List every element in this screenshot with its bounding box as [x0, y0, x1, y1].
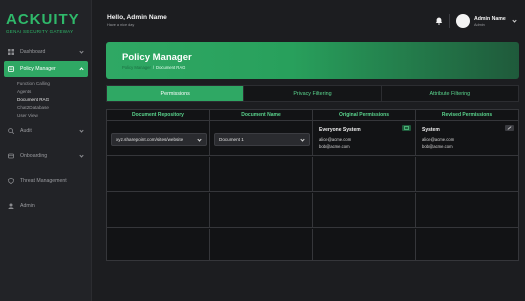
policy-manager-submenu: Function Calling Agents Document RAG Cha…: [0, 79, 92, 119]
sidebar-item-label: Dashboard: [20, 49, 46, 55]
original-permissions: Everyone System alice@acme.com bob@acme.…: [319, 127, 361, 150]
greeting: Hello, Admin Name: [107, 14, 167, 21]
brand-tagline: GENAI SECURITY GATEWAY: [6, 29, 74, 34]
avatar[interactable]: [456, 14, 470, 28]
chevron-down-icon: [197, 137, 202, 142]
permission-user: alice@acme.com: [422, 137, 455, 142]
column-header-original-permissions: Original Permissions: [313, 110, 416, 120]
table-row: [107, 193, 518, 228]
divider: [449, 14, 450, 28]
onboarding-icon: [8, 153, 14, 159]
breadcrumb: Policy Manager / Document RAG: [122, 65, 185, 70]
permission-user: bob@acme.com: [319, 144, 350, 149]
cell-original-permissions: Everyone System alice@acme.com bob@acme.…: [313, 121, 416, 155]
permissions-table: Document Repository Document Name Origin…: [106, 109, 519, 261]
permission-group: System: [422, 127, 440, 133]
submenu-item-agents[interactable]: Agents: [0, 87, 92, 95]
sidebar-nav: Dashboard Policy Manager Function Callin…: [0, 44, 92, 215]
chevron-down-icon[interactable]: [512, 18, 517, 23]
column-header-revised-permissions: Revised Permissions: [441, 112, 493, 118]
chevron-down-icon: [300, 137, 305, 142]
chevron-up-icon: [79, 67, 84, 72]
sidebar-item-label: Onboarding: [20, 153, 48, 159]
chevron-down-icon: [79, 128, 84, 133]
sidebar-item-label: Policy Manager: [20, 66, 56, 72]
table-header: Document Repository Document Name Origin…: [107, 110, 518, 121]
cell-document-name: Document 1: [210, 121, 313, 155]
tab-privacy-filtering[interactable]: Privacy Filtering: [244, 86, 382, 101]
breadcrumb-parent[interactable]: Policy Manager: [122, 65, 151, 70]
submenu-item-chat2database[interactable]: Chat2Database: [0, 103, 92, 111]
edit-button[interactable]: [505, 125, 514, 131]
copy-button[interactable]: [402, 125, 411, 131]
tab-attribute-filtering[interactable]: Attribute Filtering: [382, 86, 518, 101]
tab-permissions[interactable]: Permissions: [107, 86, 245, 101]
revised-permissions: System alice@acme.com bob@acme.com: [422, 127, 454, 150]
user-role: Admin: [474, 23, 485, 27]
edit-icon: [507, 126, 512, 130]
submenu-item-function-calling[interactable]: Function Calling: [0, 79, 92, 87]
sidebar-item-admin[interactable]: Admin: [4, 198, 88, 214]
submenu-item-user-view[interactable]: User View: [0, 111, 92, 119]
permission-user: bob@acme.com: [422, 144, 453, 149]
page-header-banner: Policy Manager Policy Manager / Document…: [106, 42, 519, 79]
admin-icon: [8, 203, 14, 209]
chevron-down-icon: [79, 153, 84, 158]
sidebar-item-audit[interactable]: Audit: [4, 123, 88, 139]
submenu-item-document-rag[interactable]: Document RAG: [0, 95, 92, 103]
policy-icon: [8, 66, 14, 72]
brand-logo: ACKUITY GENAI SECURITY GATEWAY: [6, 11, 88, 35]
sidebar-item-policy-manager[interactable]: Policy Manager: [4, 61, 88, 77]
cell-revised-permissions: System alice@acme.com bob@acme.com: [416, 121, 518, 155]
tab-bar: Permissions Privacy Filtering Attribute …: [106, 85, 519, 102]
threat-icon: [8, 178, 14, 184]
table-row: [107, 229, 518, 260]
top-bar: Hello, Admin Name Have a nice day Admin …: [92, 0, 525, 42]
sidebar-item-dashboard[interactable]: Dashboard: [4, 44, 88, 60]
audit-icon: [8, 128, 14, 134]
table-row: xyz.sharepoint.com/sites/website Documen…: [107, 121, 518, 156]
sidebar-item-label: Audit: [20, 128, 32, 134]
page-title: Policy Manager: [122, 52, 192, 63]
table-row: [107, 157, 518, 192]
breadcrumb-separator: /: [152, 65, 155, 70]
breadcrumb-current: Document RAG: [156, 65, 186, 70]
repository-select[interactable]: xyz.sharepoint.com/sites/website: [111, 133, 207, 146]
grid-icon: [8, 49, 14, 55]
brand-name: ACKUITY: [6, 11, 80, 28]
permission-user: alice@acme.com: [319, 137, 352, 142]
sidebar-item-onboarding[interactable]: Onboarding: [4, 148, 88, 164]
app-root: ACKUITY GENAI SECURITY GATEWAY Dashboard…: [0, 0, 525, 301]
sidebar: ACKUITY GENAI SECURITY GATEWAY Dashboard…: [0, 0, 92, 301]
sidebar-item-threat-management[interactable]: Threat Management: [4, 173, 88, 189]
permission-group: Everyone System: [319, 127, 361, 133]
document-select[interactable]: Document 1: [214, 133, 310, 146]
column-header-document-repository: Document Repository: [107, 110, 210, 120]
user-name[interactable]: Admin Name: [474, 16, 506, 22]
copy-icon: [404, 126, 409, 130]
cell-repository: xyz.sharepoint.com/sites/website: [107, 121, 210, 155]
sidebar-item-label: Threat Management: [20, 178, 67, 184]
greeting-subtitle: Have a nice day: [107, 23, 135, 27]
sidebar-item-label: Admin: [20, 203, 35, 209]
chevron-down-icon: [79, 49, 84, 54]
notification-bell-icon[interactable]: [435, 17, 443, 25]
column-header-document-name: Document Name: [210, 110, 313, 120]
